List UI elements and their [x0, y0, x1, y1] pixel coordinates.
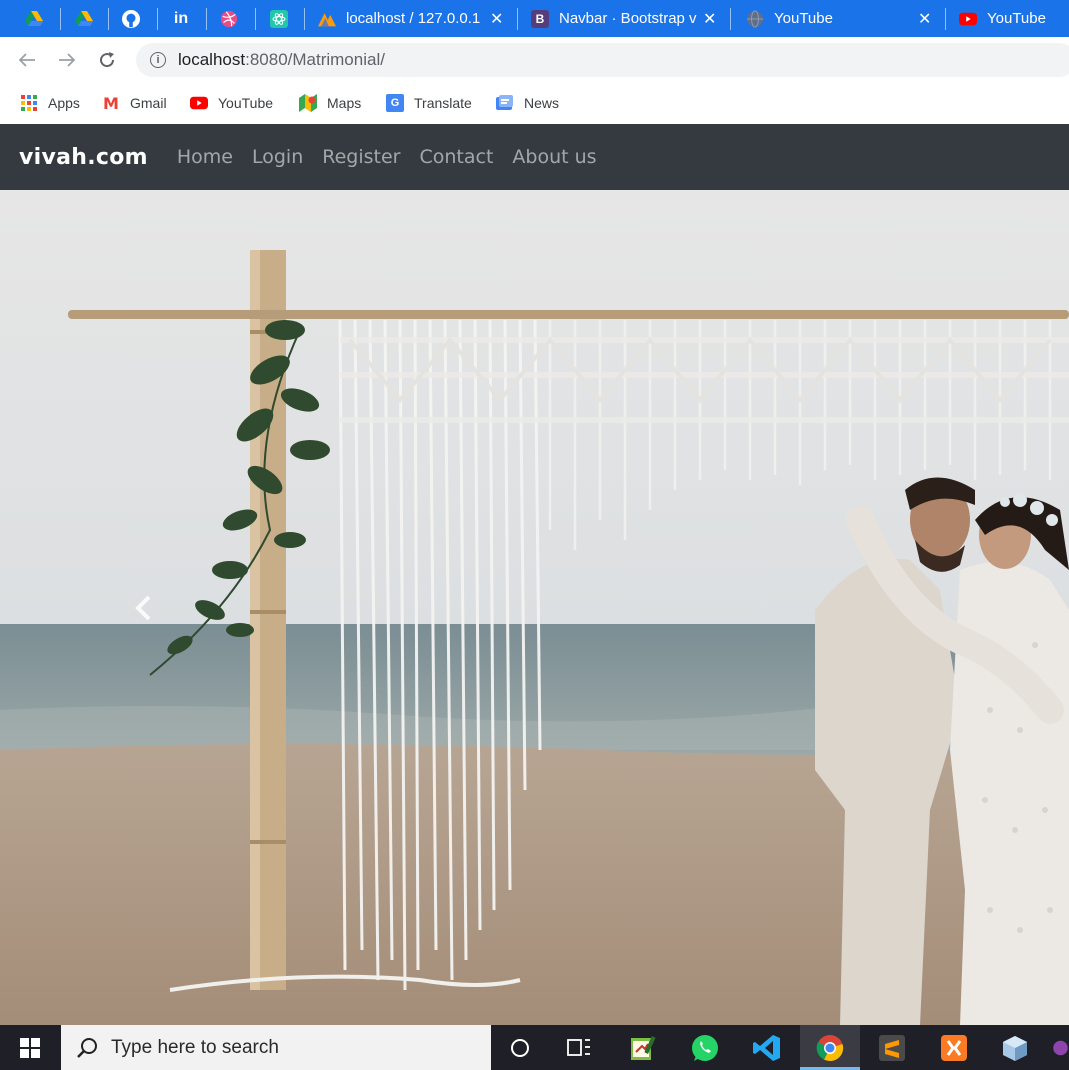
tab-separator — [60, 8, 61, 30]
tab-react[interactable] — [270, 0, 288, 37]
bookmark-label: Maps — [327, 95, 362, 111]
tab-separator — [157, 8, 158, 30]
google-drive-icon — [75, 10, 93, 28]
beach-wedding-photo — [0, 190, 1069, 1025]
bookmark-news[interactable]: News — [496, 92, 559, 114]
tab-google-drive[interactable] — [25, 0, 43, 37]
github-icon — [122, 9, 140, 28]
web-page: vivah.com Home Login Register Contact Ab… — [0, 124, 1069, 1025]
bookmark-label: Apps — [48, 95, 80, 111]
browser-toolbar: i localhost:8080/Matrimonial/ — [0, 37, 1069, 84]
nav-link-login[interactable]: Login — [252, 146, 303, 168]
react-icon — [270, 9, 288, 28]
bookmark-label: Translate — [414, 95, 472, 111]
site-info-icon[interactable]: i — [150, 52, 166, 68]
app-icon-partial[interactable] — [1052, 1031, 1069, 1065]
tab-google-drive-2[interactable] — [75, 0, 93, 37]
tab-title: YouTube — [774, 10, 833, 27]
xampp-icon[interactable] — [937, 1031, 971, 1065]
bookmark-youtube[interactable]: YouTube — [190, 92, 273, 114]
nav-link-about[interactable]: About us — [512, 146, 596, 168]
tab-separator — [730, 8, 731, 30]
bookmark-translate[interactable]: G Translate — [386, 92, 472, 114]
vscode-icon[interactable] — [750, 1031, 784, 1065]
news-icon — [496, 94, 514, 112]
tab-separator — [304, 8, 305, 30]
taskbar-search-box[interactable]: Type here to search — [61, 1025, 491, 1070]
cortana-icon[interactable] — [503, 1031, 537, 1065]
youtube-icon — [190, 94, 208, 112]
windows-taskbar: Type here to search — [0, 1025, 1069, 1070]
bookmark-label: News — [524, 95, 560, 111]
phpmyadmin-icon — [318, 10, 336, 28]
virtualbox-icon[interactable] — [998, 1031, 1032, 1065]
back-arrow-icon[interactable] — [14, 47, 40, 73]
forward-arrow-icon[interactable] — [54, 47, 80, 73]
tab-bootstrap[interactable]: B Navbar · Bootstrap v ✕ — [531, 0, 721, 37]
tab-title: localhost / 127.0.0.1 — [346, 10, 481, 27]
tab-linkedin[interactable]: in — [172, 0, 190, 37]
site-navbar: vivah.com Home Login Register Contact Ab… — [0, 124, 1069, 190]
task-view-icon[interactable] — [562, 1031, 596, 1065]
nav-link-register[interactable]: Register — [322, 146, 400, 168]
chrome-icon[interactable] — [813, 1031, 847, 1065]
whatsapp-icon[interactable] — [688, 1031, 722, 1065]
notepad-icon[interactable] — [625, 1031, 659, 1065]
tab-github[interactable] — [122, 0, 140, 37]
close-tab-icon[interactable]: ✕ — [703, 9, 716, 28]
bookmark-maps[interactable]: Maps — [299, 92, 361, 114]
apps-grid-icon — [20, 94, 38, 112]
tab-title: Navbar · Bootstrap v — [559, 10, 697, 27]
bootstrap-icon: B — [531, 9, 549, 28]
bookmark-label: Gmail — [130, 95, 167, 111]
reload-icon[interactable] — [94, 47, 120, 73]
search-placeholder: Type here to search — [111, 1036, 279, 1058]
tab-separator — [206, 8, 207, 30]
dribbble-icon — [220, 10, 238, 28]
tab-separator — [255, 8, 256, 30]
bookmark-gmail[interactable]: M Gmail — [102, 92, 167, 114]
url-text: localhost:8080/Matrimonial/ — [178, 50, 385, 69]
close-tab-icon[interactable]: ✕ — [918, 9, 931, 28]
gmail-icon: M — [103, 93, 119, 113]
tab-separator — [517, 8, 518, 30]
globe-icon — [746, 10, 764, 28]
tab-separator — [945, 8, 946, 30]
bookmark-apps[interactable]: Apps — [20, 92, 80, 114]
translate-icon: G — [386, 94, 404, 112]
site-nav-links: Home Login Register Contact About us — [177, 146, 616, 168]
tab-phpmyadmin[interactable]: localhost / 127.0.0.1 ✕ — [318, 0, 513, 37]
windows-start-icon[interactable] — [0, 1025, 60, 1070]
carousel-prev-icon[interactable] — [126, 588, 160, 628]
tab-title: YouTube — [987, 10, 1046, 27]
youtube-icon — [959, 10, 977, 28]
site-brand[interactable]: vivah.com — [19, 145, 148, 170]
tab-youtube-active[interactable]: YouTube ✕ — [746, 0, 941, 37]
nav-link-contact[interactable]: Contact — [419, 146, 493, 168]
nav-link-home[interactable]: Home — [177, 146, 233, 168]
maps-icon — [299, 94, 317, 112]
tab-youtube[interactable]: YouTube — [959, 0, 1069, 37]
address-bar[interactable]: i localhost:8080/Matrimonial/ — [136, 43, 1069, 77]
close-tab-icon[interactable]: ✕ — [490, 9, 503, 28]
tab-dribbble[interactable] — [220, 0, 238, 37]
search-icon — [75, 1036, 99, 1060]
tab-separator — [108, 8, 109, 30]
bookmarks-bar: Apps M Gmail YouTube Maps G Translate Ne… — [0, 84, 1069, 124]
browser-tab-strip: in localhost / 127.0.0.1 ✕ B Navbar · Bo… — [0, 0, 1069, 37]
bookmark-label: YouTube — [218, 95, 274, 111]
google-drive-icon — [25, 10, 43, 28]
sublime-text-icon[interactable] — [875, 1031, 909, 1065]
carousel-slide-image — [0, 190, 1069, 1025]
linkedin-icon: in — [173, 9, 189, 27]
